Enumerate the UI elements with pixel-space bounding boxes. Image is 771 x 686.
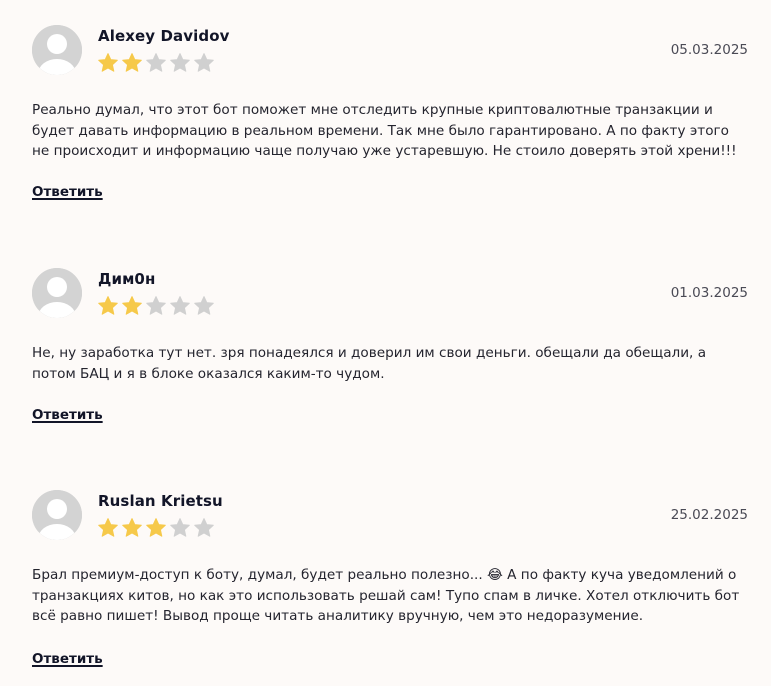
review-item: Ruslan Krietsu 25.02.2025 Брал премиум-д… xyxy=(32,490,748,675)
avatar xyxy=(32,490,82,540)
star-rating xyxy=(97,295,215,317)
user-silhouette-icon xyxy=(32,25,82,75)
star-empty-icon xyxy=(170,518,190,537)
star-filled-icon xyxy=(98,53,118,72)
star-filled-icon xyxy=(122,53,142,72)
user-silhouette-icon xyxy=(32,490,82,540)
star-rating xyxy=(97,52,215,74)
star-filled-icon xyxy=(122,518,142,537)
review-author: Ruslan Krietsu xyxy=(98,492,223,510)
star-empty-icon xyxy=(194,53,214,72)
star-empty-icon xyxy=(146,53,166,72)
review-text: Не, ну заработка тут нет. зря понадеялся… xyxy=(32,345,707,382)
star-empty-icon xyxy=(146,296,166,315)
star-filled-icon xyxy=(98,518,118,537)
star-filled-icon xyxy=(122,296,142,315)
star-empty-icon xyxy=(194,296,214,315)
star-filled-icon xyxy=(146,518,166,537)
star-rating xyxy=(97,517,215,539)
review-author: Alexey Davidov xyxy=(98,27,230,45)
review-date: 01.03.2025 xyxy=(670,285,748,301)
avatar xyxy=(32,25,82,75)
star-empty-icon xyxy=(194,518,214,537)
review-date: 05.03.2025 xyxy=(670,42,748,58)
review-item: Дим0н 01.03.2025 Не, ну заработка тут не… xyxy=(32,268,748,428)
review-date: 25.02.2025 xyxy=(670,507,748,523)
review-text: Брал премиум-доступ к боту, думал, будет… xyxy=(32,567,740,624)
user-silhouette-icon xyxy=(32,268,82,318)
review-text: Реально думал, что этот бот поможет мне … xyxy=(32,102,737,159)
reply-link[interactable]: Ответить xyxy=(32,651,103,667)
reviews-list: Alexey Davidov 05.03.2025 Реально думал,… xyxy=(0,0,771,686)
star-filled-icon xyxy=(98,296,118,315)
review-item: Alexey Davidov 05.03.2025 Реально думал,… xyxy=(32,25,748,205)
reply-link[interactable]: Ответить xyxy=(32,184,103,200)
review-author: Дим0н xyxy=(98,270,156,288)
reply-link[interactable]: Ответить xyxy=(32,407,103,423)
star-empty-icon xyxy=(170,53,190,72)
avatar xyxy=(32,268,82,318)
star-empty-icon xyxy=(170,296,190,315)
